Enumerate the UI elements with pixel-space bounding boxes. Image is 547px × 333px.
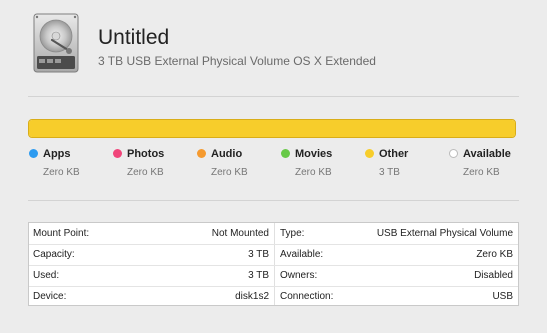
usage-legend: Apps Zero KB Photos Zero KB Audio Zero K…	[28, 148, 518, 184]
legend-movies-size: Zero KB	[295, 167, 332, 178]
divider	[28, 200, 519, 201]
legend-audio-label: Audio	[211, 148, 243, 160]
disk-info-table: Mount Point: Not Mounted Type: USB Exter…	[28, 222, 519, 306]
legend-photos-size: Zero KB	[127, 167, 164, 178]
mount-point-value: Not Mounted	[211, 228, 269, 239]
mount-point-label: Mount Point:	[33, 228, 90, 239]
disk-name: Untitled	[98, 26, 170, 49]
movies-color-dot	[281, 149, 290, 158]
legend-apps-size: Zero KB	[43, 167, 80, 178]
hard-drive-icon	[33, 13, 79, 73]
available-value: Zero KB	[476, 249, 513, 260]
other-color-dot	[365, 149, 374, 158]
used-label: Used:	[33, 270, 60, 281]
legend-movies-label: Movies	[295, 148, 333, 160]
legend-audio: Audio Zero KB	[196, 148, 284, 184]
legend-other: Other 3 TB	[364, 148, 452, 184]
legend-audio-size: Zero KB	[211, 167, 248, 178]
disk-header: Untitled 3 TB USB External Physical Volu…	[0, 0, 547, 92]
legend-other-label: Other	[379, 148, 409, 160]
available-label: Available:	[280, 249, 324, 260]
info-row: Device: disk1s2 Connection: USB	[29, 286, 518, 307]
disk-description: 3 TB USB External Physical Volume OS X E…	[98, 54, 376, 68]
available-color-dot	[449, 149, 458, 158]
used-value: 3 TB	[248, 270, 269, 281]
usage-bar	[28, 119, 516, 138]
legend-other-size: 3 TB	[379, 167, 400, 178]
connection-value: USB	[492, 291, 513, 302]
type-value: USB External Physical Volume	[376, 228, 513, 239]
legend-photos: Photos Zero KB	[112, 148, 200, 184]
legend-apps-label: Apps	[43, 148, 71, 160]
divider	[28, 96, 519, 97]
capacity-label: Capacity:	[33, 249, 75, 260]
owners-value: Disabled	[474, 270, 513, 281]
info-row: Mount Point: Not Mounted Type: USB Exter…	[29, 223, 518, 245]
legend-apps: Apps Zero KB	[28, 148, 116, 184]
info-row: Capacity: 3 TB Available: Zero KB	[29, 244, 518, 266]
info-row: Used: 3 TB Owners: Disabled	[29, 265, 518, 287]
capacity-value: 3 TB	[248, 249, 269, 260]
legend-available: Available Zero KB	[448, 148, 536, 184]
legend-available-size: Zero KB	[463, 167, 500, 178]
photos-color-dot	[113, 149, 122, 158]
device-value: disk1s2	[235, 291, 269, 302]
audio-color-dot	[197, 149, 206, 158]
legend-available-label: Available	[463, 148, 511, 160]
connection-label: Connection:	[280, 291, 334, 302]
owners-label: Owners:	[280, 270, 318, 281]
device-label: Device:	[33, 291, 67, 302]
type-label: Type:	[280, 228, 305, 239]
legend-movies: Movies Zero KB	[280, 148, 368, 184]
legend-photos-label: Photos	[127, 148, 165, 160]
apps-color-dot	[29, 149, 38, 158]
usage-segment-other	[29, 120, 515, 137]
